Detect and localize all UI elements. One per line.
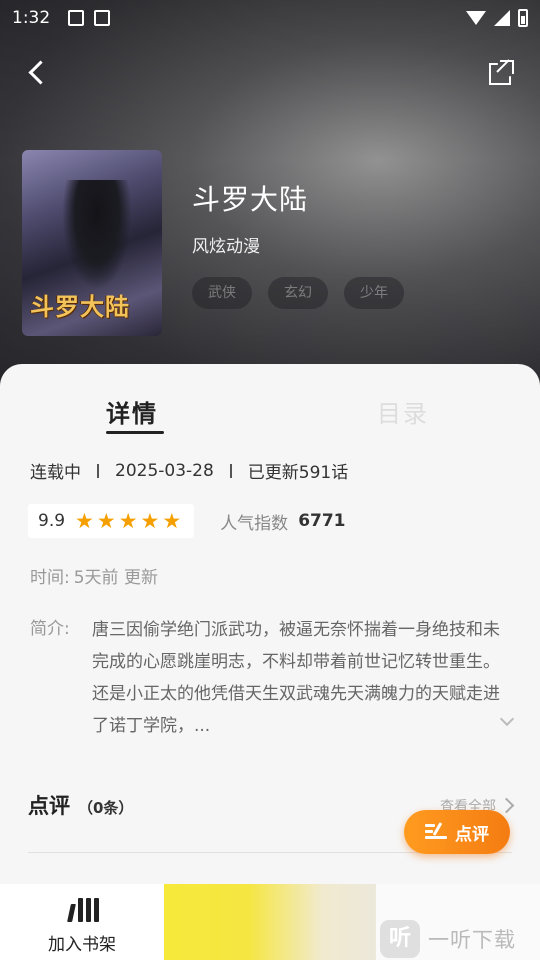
add-to-shelf-label: 加入书架	[48, 935, 116, 955]
status-time: 1:32	[12, 8, 51, 28]
review-header: 点评 （0条）	[28, 790, 133, 820]
cover-title: 斗罗大陆	[30, 292, 130, 321]
time-label: 时间:	[30, 568, 70, 588]
tag-list: 武侠 玄幻 少年	[192, 277, 404, 309]
status-bar: 1:32	[0, 0, 540, 36]
book-author: 风炫动漫	[192, 237, 260, 257]
chapter-count: 已更新591话	[247, 463, 349, 483]
book-title: 斗罗大陆	[192, 183, 309, 216]
star-icon: ★	[75, 508, 94, 533]
tag[interactable]: 武侠	[192, 277, 252, 309]
star-icon: ★	[162, 508, 182, 533]
back-arrow-icon[interactable]	[22, 56, 58, 92]
tag[interactable]: 玄幻	[268, 277, 328, 309]
watermark-badge: 听	[380, 920, 420, 958]
share-icon[interactable]	[484, 56, 520, 92]
review-count: （0条）	[78, 799, 134, 817]
edit-icon	[425, 822, 447, 840]
tab-bar: 详情 目录	[0, 394, 540, 434]
synopsis-text: 唐三因偷学绝门派武功，被逼无奈怀揣着一身绝技和未完成的心愿跳崖明志，不料却带着前…	[92, 620, 500, 736]
cover-figure	[62, 180, 132, 290]
tab-toc[interactable]: 目录	[377, 394, 429, 429]
battery-icon	[518, 9, 528, 27]
review-title: 点评	[28, 793, 70, 818]
bookshelf-icon	[67, 896, 99, 922]
serial-status: 连载中	[30, 463, 81, 483]
time-value: 5天前 更新	[73, 568, 158, 588]
star-icon: ★	[96, 508, 116, 533]
star-icon: ★	[140, 508, 160, 533]
detail-panel: 详情 目录 连载中 2025-03-28 已更新591话 9.9 ★ ★ ★ ★…	[0, 364, 540, 884]
update-date: 2025-03-28	[115, 460, 214, 481]
update-time: 时间: 5天前 更新	[30, 563, 158, 588]
synopsis-label: 简介:	[30, 619, 70, 639]
read-button[interactable]	[164, 884, 376, 960]
watermark-text: 一听下载	[428, 928, 516, 952]
rating-box: 9.9 ★ ★ ★ ★ ★	[28, 504, 195, 538]
book-cover[interactable]: 斗罗大陆	[22, 150, 162, 336]
watermark: 听 一听下载	[380, 920, 516, 958]
review-fab-label: 点评	[455, 824, 489, 845]
review-fab-button[interactable]: 点评	[404, 810, 510, 854]
meta-divider	[229, 463, 232, 478]
chevron-right-icon[interactable]	[498, 797, 515, 814]
star-icon: ★	[118, 508, 138, 533]
rating-row: 9.9 ★ ★ ★ ★ ★ 人气指数 6771	[28, 504, 346, 538]
tab-detail[interactable]: 详情	[106, 394, 158, 429]
popularity-value: 6771	[298, 511, 346, 531]
a-icon	[94, 10, 111, 26]
tag[interactable]: 少年	[344, 277, 404, 309]
signal-icon	[494, 10, 510, 26]
wifi-icon	[466, 11, 486, 25]
tab-active-indicator	[106, 431, 164, 434]
image-icon	[68, 10, 85, 26]
rating-score: 9.9	[38, 511, 66, 531]
meta-divider	[97, 463, 99, 478]
book-meta: 连载中 2025-03-28 已更新591话	[30, 458, 349, 484]
popularity-label: 人气指数	[220, 513, 289, 534]
top-bar	[0, 50, 540, 98]
add-to-shelf-button[interactable]: 加入书架	[0, 884, 164, 960]
